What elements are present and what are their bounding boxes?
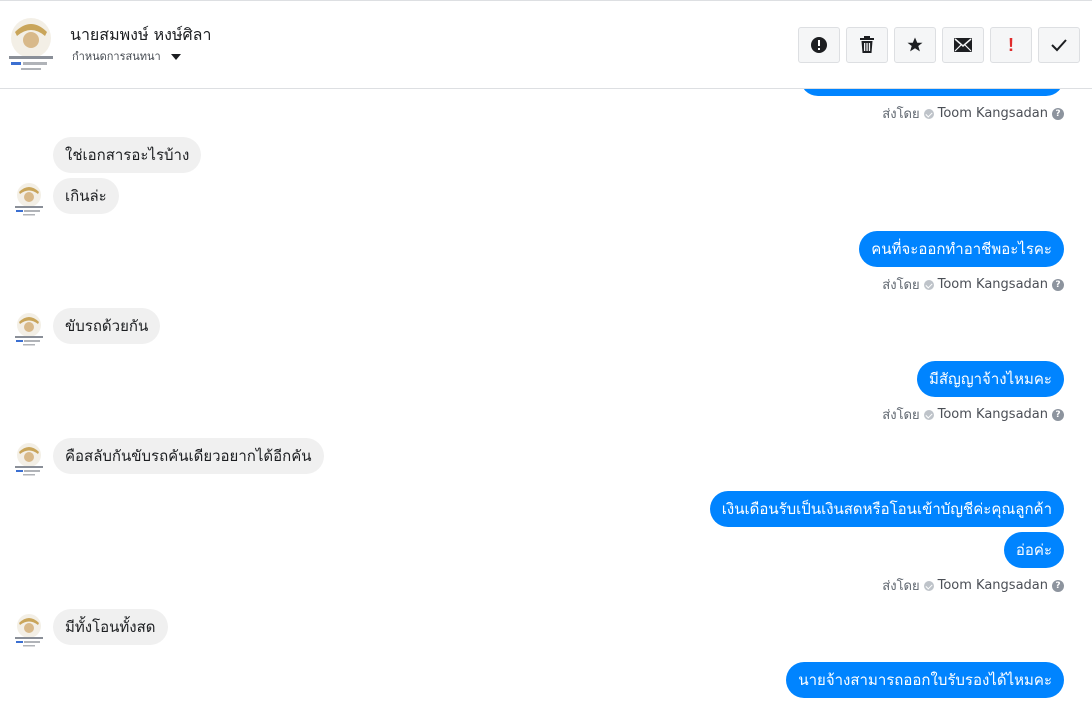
incoming-message: คือสลับกันขับรถคันเดียวอยากได้อีกคัน [53, 438, 324, 474]
mail-icon [954, 38, 972, 52]
help-icon[interactable]: ? [1052, 107, 1064, 120]
report-button[interactable] [798, 27, 840, 63]
outgoing-message: อ่อค่ะ [1003, 532, 1064, 568]
alert-circle-icon [811, 37, 827, 53]
contact-avatar-small [15, 614, 43, 647]
sent-by-label: ส่งโดย [882, 278, 920, 293]
sent-by-info: ส่งโดย Toom Kangsadan ? [882, 103, 1064, 124]
agent-name[interactable]: Toom Kangsadan [938, 578, 1048, 593]
outgoing-message: นายจ้างสามารถออกใบรับรองได้ไหมคะ [786, 662, 1064, 698]
outgoing-message: มีสัญญาจ้างไหมคะ [917, 361, 1064, 397]
contact-avatar[interactable] [7, 16, 55, 72]
agent-name[interactable]: Toom Kangsadan [938, 407, 1048, 422]
agent-check-icon [923, 409, 934, 420]
help-icon[interactable]: ? [1052, 278, 1064, 291]
assign-conversation-label: กำหนดการสนทนา [72, 50, 161, 63]
assign-conversation-dropdown[interactable]: กำหนดการสนทนา [72, 47, 181, 65]
contact-name: นายสมพงษ์ หงษ์ศิลา [70, 25, 212, 44]
sent-by-label: ส่งโดย [882, 408, 920, 423]
conversation-header: นายสมพงษ์ หงษ์ศิลา กำหนดการสนทนา ! [0, 0, 1092, 89]
agent-check-icon [923, 108, 934, 119]
agent-name[interactable]: Toom Kangsadan [938, 106, 1048, 121]
exclamation-icon: ! [1008, 34, 1014, 55]
check-icon [1051, 39, 1067, 52]
sent-by-label: ส่งโดย [882, 579, 920, 594]
mark-done-button[interactable] [1038, 27, 1080, 63]
sent-by-info: ส่งโดย Toom Kangsadan ? [882, 274, 1064, 295]
contact-avatar-small [15, 183, 43, 216]
incoming-message: มีทั้งโอนทั้งสด [53, 609, 168, 645]
contact-avatar-small [15, 313, 43, 346]
incoming-message: เกินล่ะ [53, 178, 119, 214]
sent-by-info: ส่งโดย Toom Kangsadan ? [882, 575, 1064, 596]
sent-by-info: ส่งโดย Toom Kangsadan ? [882, 404, 1064, 425]
delete-button[interactable] [846, 27, 888, 63]
sent-by-label: ส่งโดย [882, 107, 920, 122]
star-button[interactable] [894, 27, 936, 63]
caret-down-icon [170, 53, 181, 60]
spam-button[interactable]: ! [990, 27, 1032, 63]
outgoing-message: คนที่จะออกทำอาชีพอะไรคะ [859, 231, 1064, 267]
star-icon [907, 37, 923, 52]
incoming-message: ขับรถด้วยกัน [53, 308, 161, 344]
agent-name[interactable]: Toom Kangsadan [938, 277, 1048, 292]
outgoing-message: เงินเดือนรับเป็นเงินสดหรือโอนเข้าบัญชีค่… [709, 491, 1064, 527]
help-icon[interactable]: ? [1052, 579, 1064, 592]
mark-unread-button[interactable] [942, 27, 984, 63]
agent-check-icon [923, 279, 934, 290]
trash-icon [860, 36, 874, 53]
agent-check-icon [923, 580, 934, 591]
contact-avatar-small [15, 443, 43, 476]
conversation-toolbar: ! [798, 27, 1080, 63]
incoming-message: ใช่เอกสารอะไรบ้าง [53, 137, 202, 173]
help-icon[interactable]: ? [1052, 408, 1064, 421]
